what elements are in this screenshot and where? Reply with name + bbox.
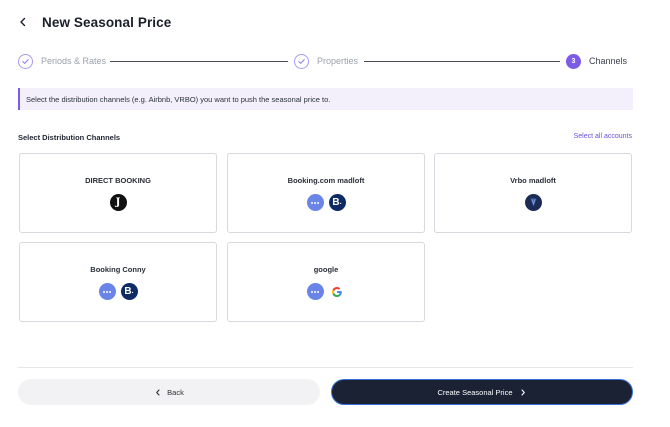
chevron-right-icon: [519, 388, 527, 396]
back-arrow-icon[interactable]: [18, 15, 32, 29]
step-check-icon: [18, 53, 33, 69]
step-check-icon: [294, 53, 309, 69]
step-channels[interactable]: 3 Channels: [566, 52, 627, 70]
channel-card[interactable]: DIRECT BOOKING J: [19, 153, 217, 233]
page-title: New Seasonal Price: [42, 14, 172, 30]
vrbo-logo-icon: [524, 194, 542, 211]
channel-card[interactable]: Booking.com madloft B.: [227, 153, 425, 233]
channel-name: DIRECT BOOKING: [85, 176, 151, 185]
chevron-left-icon: [154, 388, 162, 396]
more-icon[interactable]: [306, 283, 324, 300]
more-icon[interactable]: [98, 283, 116, 300]
back-button[interactable]: Back: [18, 379, 320, 405]
step-label: Properties: [317, 56, 359, 66]
channel-name: Booking.com madloft: [287, 176, 365, 185]
progress-stepper: Periods & Rates Properties 3 Channels: [18, 52, 631, 70]
step-periods-rates[interactable]: Periods & Rates: [18, 52, 106, 70]
booking-com-logo-icon: B.: [328, 194, 346, 211]
footer-divider: [18, 367, 633, 368]
step-number: 3: [566, 53, 581, 69]
channel-card[interactable]: google: [227, 242, 425, 322]
direct-booking-logo-icon: J: [109, 194, 127, 211]
channel-card[interactable]: Vrbo madloft: [434, 153, 632, 233]
step-properties[interactable]: Properties: [294, 52, 358, 70]
step-connector: [364, 61, 560, 62]
channel-name: google: [313, 265, 339, 274]
google-logo-icon: [328, 283, 346, 300]
step-label: Channels: [589, 56, 628, 66]
create-seasonal-price-button[interactable]: Create Seasonal Price: [331, 379, 633, 405]
info-text: Select the distribution channels (e.g. A…: [26, 94, 331, 104]
channel-name: Vrbo madloft: [510, 176, 556, 185]
channel-name: Booking Conny: [90, 265, 146, 274]
back-button-label: Back: [167, 387, 184, 397]
step-label: Periods & Rates: [41, 56, 107, 66]
channel-card[interactable]: Booking Conny B.: [19, 242, 217, 322]
create-button-label: Create Seasonal Price: [437, 387, 513, 397]
select-all-link[interactable]: Select all accounts: [574, 133, 632, 140]
step-connector: [110, 61, 288, 62]
info-banner: Select the distribution channels (e.g. A…: [18, 88, 633, 110]
more-icon[interactable]: [306, 194, 324, 211]
page-header: New Seasonal Price: [18, 12, 171, 32]
booking-com-logo-icon: B.: [120, 283, 138, 300]
section-title: Select Distribution Channels: [18, 133, 121, 142]
